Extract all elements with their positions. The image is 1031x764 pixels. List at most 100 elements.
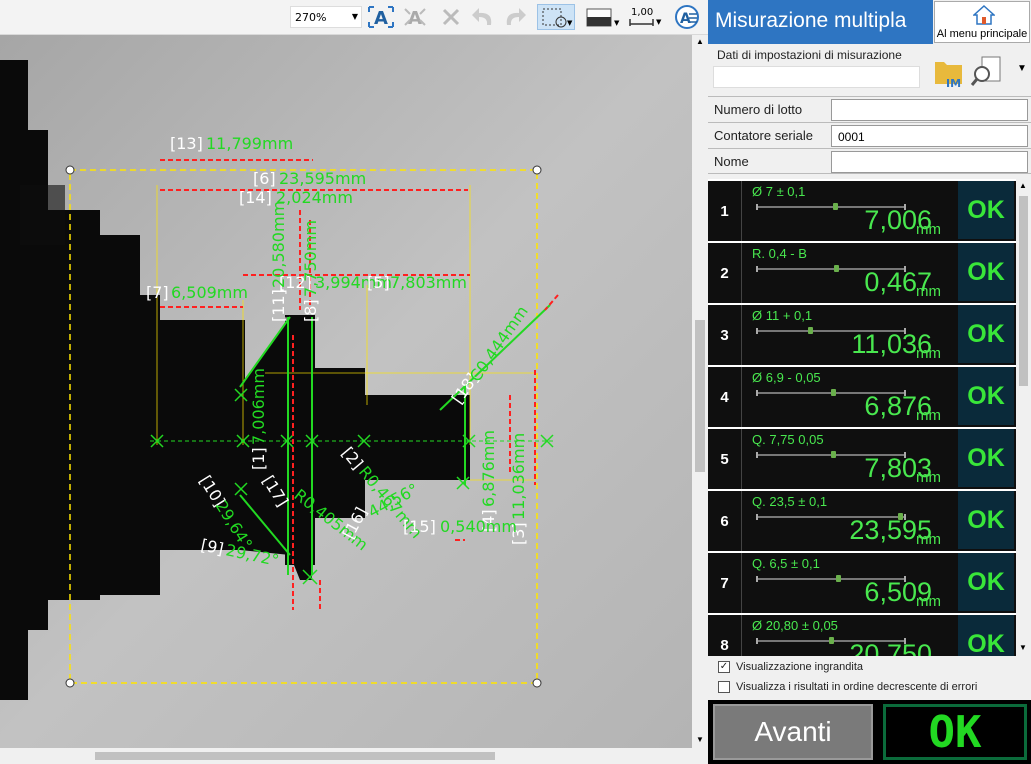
result-row[interactable]: 2 R. 0,4 - B 0,467 mm OK [708, 243, 1016, 303]
ruler-icon[interactable]: 1,00 ▼ [626, 4, 664, 30]
name-label: Nome [714, 153, 749, 169]
ruler-label: 1,00 [631, 7, 653, 18]
dim-label-5: [5] [367, 273, 390, 292]
checkbox-box[interactable]: ✓ [718, 661, 730, 673]
result-spec: R. 0,4 - B [752, 246, 807, 261]
scrollbar-thumb[interactable] [1019, 196, 1028, 386]
roi-handle [532, 165, 542, 175]
result-row[interactable]: 5 Q. 7,75 0,05 7,803 mm OK [708, 429, 1016, 489]
lot-number-row: Numero di lotto [708, 96, 1031, 122]
dim-label-8: [8] [301, 299, 320, 322]
name-row: Nome [708, 148, 1031, 174]
result-status: OK [958, 181, 1014, 239]
result-row[interactable]: 3Ø 11 + 0,1 11,036 mm OK [708, 305, 1016, 365]
chevron-down-icon[interactable]: ▼ [1019, 643, 1027, 652]
result-index: 4 [708, 367, 742, 427]
select-region-icon[interactable]: ▼ [537, 4, 575, 30]
serial-counter-field[interactable]: 0001 [831, 125, 1028, 147]
text-icon[interactable]: A [672, 4, 702, 30]
scrollbar-thumb[interactable] [95, 752, 495, 760]
dim-label-6: [6] [253, 169, 276, 188]
result-unit: mm [916, 345, 941, 362]
result-index: 5 [708, 429, 742, 489]
result-index: 3 [708, 305, 742, 365]
serial-counter-label: Contatore seriale [714, 128, 813, 143]
home-icon [973, 4, 995, 25]
result-spec: Q. 7,75 0,05 [752, 432, 824, 447]
name-field[interactable] [831, 151, 1028, 173]
zoom-view-label: Visualizzazione ingrandita [736, 661, 863, 673]
svg-text:▼: ▼ [614, 19, 620, 27]
result-index: 1 [708, 181, 742, 241]
dim-value-1: 7,006mm [249, 368, 268, 445]
settings-data-field[interactable] [713, 66, 920, 88]
chevron-up-icon[interactable]: ▲ [1019, 181, 1027, 190]
next-button[interactable]: Avanti [713, 704, 873, 760]
dim-value-6: 23,595mm [279, 169, 366, 188]
chevron-up-icon[interactable]: ▲ [696, 37, 704, 46]
viewer-vertical-scrollbar[interactable]: ▲ ▼ [692, 35, 708, 748]
result-status: OK [958, 305, 1014, 363]
result-spec: Ø 6,9 - 0,05 [752, 370, 821, 385]
result-index: 2 [708, 243, 742, 303]
tolerance-marker [834, 265, 840, 272]
result-unit: mm [916, 655, 941, 656]
dim-value-11: 20,580mm [269, 201, 288, 288]
undo-icon[interactable] [468, 4, 498, 30]
zoom-out-icon[interactable]: A [400, 4, 430, 30]
dim-label-15: [15] [403, 517, 436, 536]
result-row[interactable]: 7 Q. 6,5 ± 0,1 6,509 mm OK [708, 553, 1016, 613]
roi-handle [65, 165, 75, 175]
zoom-view-checkbox[interactable]: ✓ Visualizzazione ingrandita [718, 661, 863, 673]
dim-value-4: 6,876mm [479, 430, 498, 507]
result-row[interactable]: 1Ø 7 ± 0,1 7,006 mm OK [708, 181, 1016, 241]
chevron-down-icon[interactable]: ▼ [1017, 63, 1027, 74]
svg-text:A: A [408, 8, 422, 29]
result-row[interactable]: 8 Ø 20,80 ± 0,05 20,750mm OK [708, 615, 1016, 656]
result-row[interactable]: 6 Q. 23,5 ± 0,1 23,595 mm OK [708, 491, 1016, 551]
svg-text:A: A [374, 8, 388, 29]
result-unit: mm [916, 531, 941, 548]
result-status: OK [958, 553, 1014, 611]
result-unit: mm [916, 221, 941, 238]
dim-value-5: 7,803mm [390, 273, 467, 292]
tolerance-marker [831, 389, 837, 396]
ok-button[interactable]: OK [883, 704, 1027, 760]
zoom-in-icon[interactable]: A [366, 4, 396, 30]
results-scrollbar[interactable]: ▲ ▼ [1016, 179, 1031, 656]
redo-icon[interactable] [500, 4, 530, 30]
zoom-select[interactable]: 270% ▼ [290, 6, 362, 28]
lot-number-field[interactable] [831, 99, 1028, 121]
display-icon[interactable]: ▼ [583, 4, 623, 30]
search-icon[interactable] [970, 54, 1004, 90]
folder-icon[interactable]: IM [932, 54, 966, 90]
dim-value-3: 11,036mm [509, 433, 528, 520]
result-unit: mm [916, 469, 941, 486]
result-status: OK [958, 491, 1014, 549]
measurement-overlay: [13] 11,799mm [6] 23,595mm [14] 2,024mm … [0, 35, 692, 748]
result-spec: Ø 20,80 ± 0,05 [752, 618, 838, 633]
scrollbar-thumb[interactable] [695, 320, 705, 472]
chevron-down-icon[interactable]: ▼ [696, 735, 704, 744]
tolerance-marker [835, 575, 841, 582]
main-menu-button[interactable]: Al menu principale [934, 1, 1030, 43]
tolerance-marker [828, 637, 834, 644]
results-list[interactable]: 1Ø 7 ± 0,1 7,006 mm OK 2 R. 0,4 - B 0,467 mm OK 3… [708, 179, 1016, 656]
dim-value-8: 7,750mm [301, 220, 320, 297]
result-value: 20,750 [849, 639, 932, 656]
dim-label-7: [7] [146, 283, 169, 302]
roi-handle [65, 678, 75, 688]
sort-errors-checkbox[interactable]: Visualizza i risultati in ordine decresc… [718, 681, 977, 693]
panel-title: Misurazione multipla [708, 0, 933, 44]
result-status: OK [958, 243, 1014, 301]
dim-label-14: [14] [239, 188, 272, 207]
delete-icon[interactable] [438, 4, 464, 30]
viewer-horizontal-scrollbar[interactable] [0, 748, 692, 764]
measurement-image-viewer[interactable]: [13] 11,799mm [6] 23,595mm [14] 2,024mm … [0, 35, 692, 748]
checkbox-box[interactable] [718, 681, 730, 693]
chevron-down-icon: ▼ [351, 12, 358, 21]
tolerance-marker [832, 203, 838, 210]
result-unit: mm [916, 283, 941, 300]
dim-label-11: [11] [269, 289, 288, 322]
result-row[interactable]: 4Ø 6,9 - 0,05 6,876 mm OK [708, 367, 1016, 427]
